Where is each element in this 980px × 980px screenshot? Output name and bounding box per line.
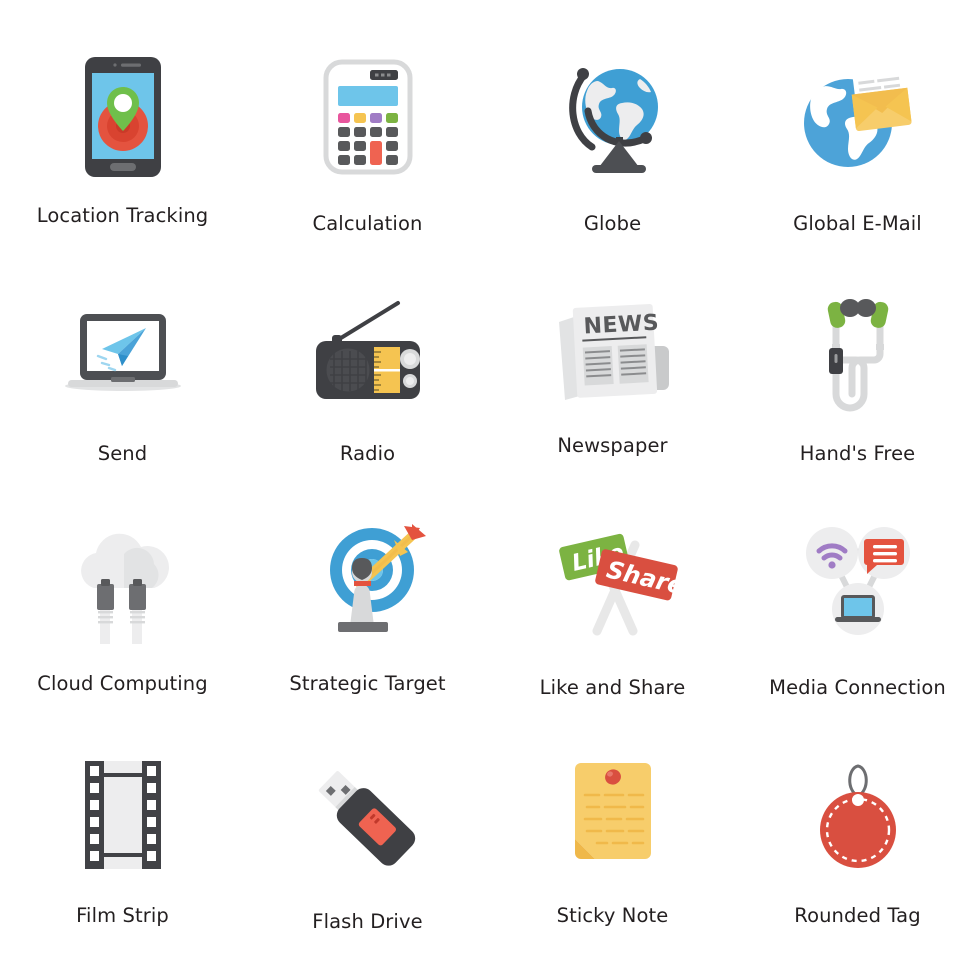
icon-cell-globe[interactable]: Globe [490, 24, 735, 256]
like-and-share-icon[interactable]: Like Share [548, 516, 686, 646]
svg-text:NEWS: NEWS [582, 311, 659, 340]
icon-label: Cloud Computing [37, 672, 208, 695]
icon-cell-media-connection[interactable]: Media Connection [735, 488, 980, 720]
icon-grid: Location Tracking Calculation Globe Glob… [0, 0, 980, 980]
flash-drive-icon[interactable] [303, 750, 433, 880]
icon-cell-send[interactable]: Send [0, 256, 245, 488]
icon-label: Calculation [312, 212, 423, 235]
icon-label: Globe [583, 212, 642, 235]
globe-icon[interactable] [548, 52, 678, 182]
icon-label: Sticky Note [556, 904, 669, 927]
icon-label: Like and Share [539, 676, 686, 699]
icon-label: Send [97, 442, 148, 465]
icon-cell-film-strip[interactable]: Film Strip [0, 720, 245, 952]
cloud-computing-icon[interactable] [58, 516, 188, 646]
newspaper-icon[interactable]: NEWS [548, 286, 678, 416]
icon-cell-sticky-note[interactable]: Sticky Note [490, 720, 735, 952]
earphones-icon[interactable] [793, 286, 923, 416]
media-connection-icon[interactable] [793, 516, 923, 646]
icon-label: Global E-Mail [793, 212, 922, 235]
icon-cell-hands-free[interactable]: Hand's Free [735, 256, 980, 488]
icon-cell-flash-drive[interactable]: Flash Drive [245, 720, 490, 952]
send-icon[interactable] [58, 286, 188, 416]
icon-label: Location Tracking [36, 204, 209, 227]
icon-cell-global-email[interactable]: Global E-Mail [735, 24, 980, 256]
icon-cell-location-tracking[interactable]: Location Tracking [0, 24, 245, 256]
icon-cell-radio[interactable]: Radio [245, 256, 490, 488]
icon-cell-calculation[interactable]: Calculation [245, 24, 490, 256]
calculator-icon[interactable] [303, 52, 433, 182]
icon-label: Radio [339, 442, 396, 465]
strategic-target-icon[interactable] [303, 516, 433, 646]
icon-label: Hand's Free [799, 442, 916, 465]
icon-label: Flash Drive [312, 910, 423, 933]
icon-label: Film Strip [76, 904, 169, 927]
icon-cell-newspaper[interactable]: NEWS Newspaper [490, 256, 735, 488]
icon-label: Rounded Tag [794, 904, 921, 927]
global-email-icon[interactable] [793, 52, 923, 182]
icon-label: Media Connection [769, 676, 946, 699]
radio-icon[interactable] [303, 286, 433, 416]
icon-cell-rounded-tag[interactable]: Rounded Tag [735, 720, 980, 952]
icon-label: Strategic Target [289, 672, 446, 695]
icon-cell-cloud-computing[interactable]: Cloud Computing [0, 488, 245, 720]
rounded-tag-icon[interactable] [793, 750, 923, 880]
sticky-note-icon[interactable] [548, 750, 678, 880]
icon-cell-strategic-target[interactable]: Strategic Target [245, 488, 490, 720]
icon-cell-like-and-share[interactable]: Like Share Like and Share [490, 488, 735, 720]
icon-label: Newspaper [557, 434, 668, 457]
location-tracking-icon[interactable] [58, 52, 188, 182]
film-strip-icon[interactable] [58, 750, 188, 880]
